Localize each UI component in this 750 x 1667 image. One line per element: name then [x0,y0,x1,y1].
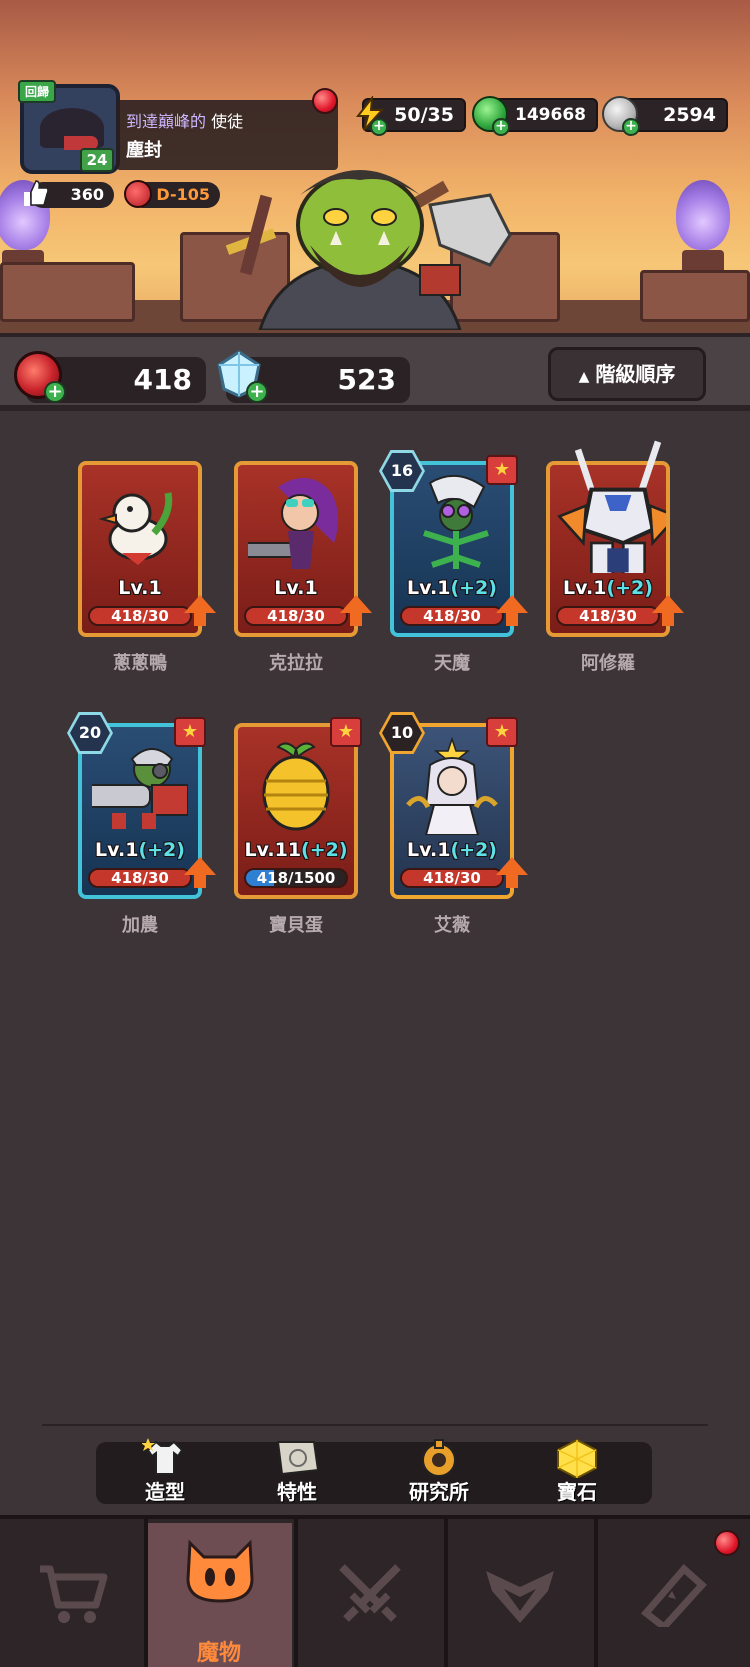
shirt-icon [142,1438,184,1475]
player-info-panel[interactable]: 到達巔峰的 使徒 塵封 [116,100,338,170]
star-icon: ★ [174,717,206,747]
star-count-badge: 10 [390,723,414,742]
card-shard-progress: 418/30 [88,606,192,626]
mecha-robot-icon [557,440,666,573]
submenu-traits-button[interactable]: 特性 [242,1441,352,1504]
monster-card[interactable]: ★ Lv.11(+2) 418/1500 [234,717,362,899]
upgrade-arrow-icon [496,857,528,875]
monster-card-grid: Lv.1 418/30 蔥蔥鴨 Lv.1 418/30 克拉拉 16 ★ Lv.… [0,411,750,1426]
star-icon: ★ [330,717,362,747]
player-title: 到達巔峰的 使徒 [126,112,244,131]
monster-icon [186,1539,254,1603]
card-name: 克拉拉 [269,653,323,674]
nav-tab-rank[interactable] [446,1523,592,1667]
crossed-swords-icon [339,1564,401,1622]
notification-dot [312,88,338,114]
upgrade-arrow-icon [496,595,528,613]
monster-card[interactable]: 16 ★ Lv.1(+2) 418/30 [379,450,528,637]
player-level-badge: 24 [80,148,114,172]
star-icon: ★ [486,717,518,747]
currency-bar: 418 + 523 + ▲ 階級順序 [0,333,750,411]
add-coin-icon[interactable]: + [622,118,640,136]
gunner-girl-icon [248,477,339,569]
add-emerald-icon[interactable]: + [492,118,510,136]
add-energy-icon[interactable]: + [370,118,388,136]
add-red-orb-icon[interactable]: + [44,381,66,403]
card-shard-progress: 418/30 [400,868,504,888]
submenu-costume-button[interactable]: 造型 [110,1438,220,1504]
upgrade-arrow-icon [184,857,216,875]
crate-stack [0,262,135,322]
shop-cart-icon [40,1565,108,1623]
star-icon: ★ [486,455,518,485]
card-name: 天魔 [434,653,470,674]
nav-tab-shop[interactable] [0,1523,146,1667]
monster-card[interactable]: Lv.1(+2) 418/30 [546,440,684,637]
monster-card[interactable]: Lv.1 418/30 [78,461,216,637]
return-tag: 回歸 [18,80,57,103]
notification-dot [714,1530,740,1556]
nav-tab-battle[interactable] [296,1523,442,1667]
card-shard-progress: 418/30 [88,868,192,888]
card-name: 阿修羅 [581,653,635,674]
card-name: 艾薇 [434,915,470,936]
star-count-badge: 16 [390,461,414,480]
card-level: Lv.11(+2) [244,839,348,861]
card-name: 蔥蔥鴨 [113,653,167,674]
rank-wings-icon [486,1571,554,1623]
ticket-icon [640,1564,707,1627]
beehive-egg-icon [262,742,330,831]
divider [42,1424,708,1426]
thumbs-up-icon [24,180,49,206]
duck-monster-icon [98,492,173,565]
card-shard-progress: 418/1500 [244,868,348,888]
triangle-up-icon: ▲ [578,369,590,385]
monster-card[interactable]: Lv.1 418/30 [234,461,372,637]
monster-submenu: 造型 特性 研究所 寶石 [96,1438,652,1504]
upgrade-arrow-icon [340,595,372,613]
card-name: 寶貝蛋 [269,915,323,936]
orc-boss-illustration [225,170,512,330]
card-shard-progress: 418/30 [556,606,660,626]
purple-flame-icon [676,180,730,250]
card-shard-progress: 418/30 [400,606,504,626]
nav-tab-monsters[interactable]: 魔物 [146,1523,292,1667]
upgrade-arrow-icon [652,595,684,613]
monster-card[interactable]: 20 ★ Lv.1(+2) 418/30 [67,712,216,899]
scroll-map-icon [276,1441,320,1476]
submenu-gems-button[interactable]: 寶石 [522,1438,632,1504]
submenu-research-button[interactable]: 研究所 [384,1439,494,1504]
upgrade-arrow-icon [184,595,216,613]
yellow-gem-icon [557,1438,597,1478]
sort-by-rank-button[interactable]: ▲ 階級順序 [548,347,706,401]
add-crystal-icon[interactable]: + [246,381,268,403]
demon-eye-icon [124,180,152,208]
boss-banner: 回歸 24 到達巔峰的 使徒 塵封 360 D-105 50/35 + 1496… [0,0,750,333]
monster-card[interactable]: 10 ★ Lv.1(+2) 418/30 [379,712,528,899]
research-gear-icon [422,1439,456,1477]
star-count-badge: 20 [78,723,102,742]
card-name: 加農 [122,915,158,936]
card-shard-progress: 418/30 [244,606,348,626]
player-name: 塵封 [126,140,162,161]
bottom-navigation: 魔物 [0,1515,750,1667]
crate-stack [640,270,750,322]
